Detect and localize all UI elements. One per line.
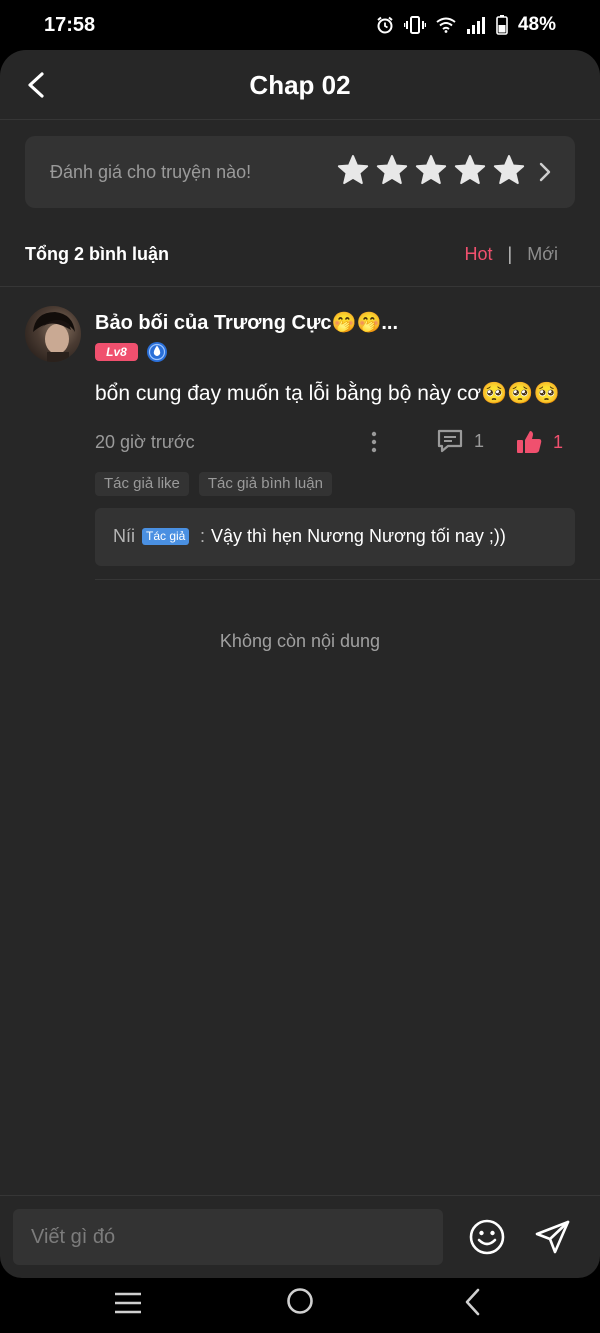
rating-prompt: Đánh giá cho truyện nào!	[50, 162, 252, 182]
avatar[interactable]	[25, 306, 81, 362]
avatar-image	[33, 312, 75, 362]
sort-new-tab[interactable]: Mới	[527, 244, 558, 265]
reply-button[interactable]: 1	[436, 428, 484, 454]
star-icon[interactable]	[376, 154, 408, 186]
chevron-right-icon[interactable]	[537, 160, 553, 184]
star-icon[interactable]	[454, 154, 486, 186]
like-count: 1	[553, 431, 564, 452]
reply-preview[interactable]: Níi Tác giả : Vậy thì hẹn Nương Nương tố…	[95, 508, 575, 566]
smiley-icon[interactable]	[468, 1218, 506, 1256]
end-of-list-message: Không còn nội dung	[219, 631, 381, 651]
alarm-icon	[377, 16, 393, 34]
star-icon[interactable]	[493, 154, 525, 186]
sort-tabs: Hot | Mới	[465, 244, 559, 265]
page-title: Chap 02	[249, 70, 351, 100]
divider	[0, 286, 600, 287]
comment-time: 20 giờ trước	[95, 432, 195, 452]
nav-back-icon[interactable]	[462, 1287, 484, 1317]
divider	[0, 1195, 600, 1196]
status-time: 17:58	[44, 14, 96, 36]
rating-card[interactable]: Đánh giá cho truyện nào!	[25, 136, 575, 208]
star-icon[interactable]	[337, 154, 369, 186]
reply-author: Níi	[113, 526, 135, 546]
battery-icon	[496, 15, 508, 35]
reply-separator: :	[200, 526, 206, 546]
divider	[95, 579, 600, 580]
sort-hot-tab[interactable]: Hot	[465, 244, 493, 265]
comment-username[interactable]: Bảo bối của Trương Cực🤭🤭...	[95, 310, 398, 335]
reply-text: Vậy thì hẹn Nương Nương tối nay ;))	[211, 526, 506, 546]
comments-sheet: Chap 02 Đánh giá cho truyện nào! Tổng 2 …	[0, 50, 600, 1278]
level-badge: Lv8	[95, 343, 138, 361]
recents-icon[interactable]	[113, 1290, 143, 1316]
comment-icon	[437, 429, 463, 453]
signal-icon	[466, 17, 485, 34]
battery-percent: 48%	[517, 14, 556, 35]
star-icon[interactable]	[415, 154, 447, 186]
status-icons: 48%	[376, 14, 556, 36]
send-icon[interactable]	[534, 1218, 572, 1256]
system-nav-bar	[0, 1278, 600, 1333]
like-button[interactable]: 1	[515, 428, 563, 456]
status-bar: 17:58 48%	[0, 0, 600, 50]
rating-stars	[337, 154, 525, 186]
vip-badge-icon	[147, 342, 167, 362]
comment-tags: Tác giả like Tác giả bình luận	[95, 472, 332, 496]
comments-count: Tổng 2 bình luận	[25, 244, 169, 264]
comment-input[interactable]	[13, 1209, 443, 1265]
author-badge: Tác giả	[142, 528, 190, 545]
author-like-tag: Tác giả like	[95, 472, 189, 496]
reply-count: 1	[474, 430, 485, 451]
header: Chap 02	[0, 50, 600, 120]
comment-text: bổn cung đay muốn tạ lỗi bằng bộ này cơ🥺…	[95, 382, 560, 405]
sort-separator: |	[507, 244, 513, 264]
author-comment-tag: Tác giả bình luận	[198, 472, 332, 496]
more-options-icon[interactable]	[366, 428, 382, 456]
thumbs-up-icon	[517, 431, 542, 453]
home-icon[interactable]	[286, 1287, 314, 1315]
vibrate-icon	[403, 16, 426, 34]
wifi-icon	[436, 17, 456, 33]
